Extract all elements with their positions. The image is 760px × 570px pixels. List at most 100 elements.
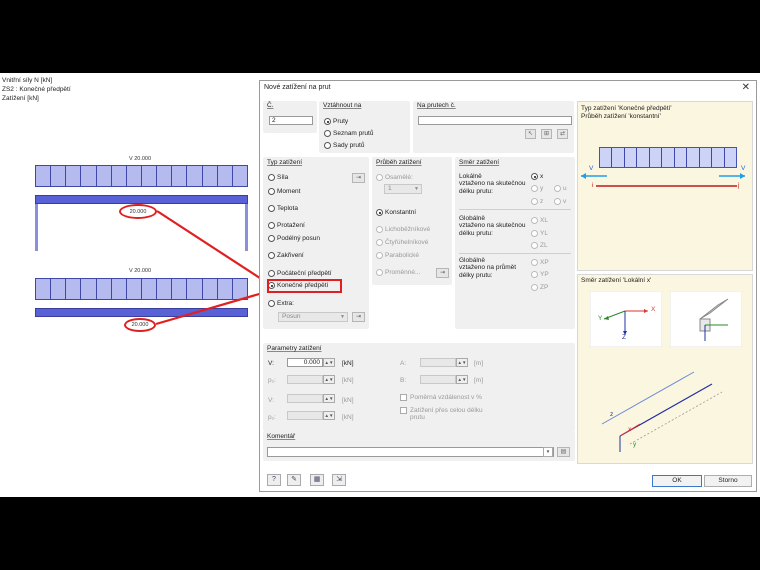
direction-global-proj-label: Globálně vztaženo na průmět délky prutu: [459, 257, 517, 279]
load-type-temperature-label: Teplota [277, 205, 298, 212]
param-v-input[interactable]: 0.000 [287, 358, 323, 367]
cancel-button[interactable]: Storno [704, 475, 752, 487]
comment-input[interactable] [267, 447, 554, 457]
direction-xl-radio[interactable] [531, 217, 538, 224]
preview-top-line1: Typ zatížení 'Konečné předpětí' [581, 105, 672, 112]
direction-zp-radio[interactable] [531, 284, 538, 291]
select-members-icon[interactable]: ⊞ [541, 129, 552, 139]
direction-zl-radio[interactable] [531, 242, 538, 249]
preview-top-line2: Průběh zatížení 'konstantní' [581, 113, 661, 120]
load-type-elongation-label: Protažení [277, 222, 305, 229]
param-p2-label: p₂: [268, 377, 276, 384]
direction-v-label: v [563, 198, 567, 205]
load-type-title: Typ zatížení [267, 159, 303, 166]
distribution-concentrated-radio[interactable] [376, 174, 383, 181]
varying-options-icon[interactable]: ⇥ [436, 268, 449, 278]
ok-button[interactable]: OK [652, 475, 702, 487]
direction-yl-label: YL [540, 230, 548, 237]
pick-member-icon[interactable]: ↖ [525, 129, 536, 139]
relate-member-sets-label: Sady prutů [333, 142, 365, 149]
relate-member-list-radio[interactable] [324, 130, 331, 137]
distribution-constant-radio[interactable] [376, 209, 383, 216]
preview-load-block [599, 147, 737, 168]
param-b-input[interactable] [420, 375, 456, 384]
param-v2-label: V: [268, 397, 274, 404]
load-type-force-radio[interactable] [268, 174, 275, 181]
direction-zp-label: ZP [540, 284, 549, 291]
param-v2-spinner[interactable]: ▲▼ [323, 394, 335, 403]
param-v-spinner[interactable]: ▲▼ [323, 358, 335, 367]
distribution-trapezoidal-label: Lichoběžníkové [385, 226, 431, 233]
direction-yl-radio[interactable] [531, 230, 538, 237]
param-a-spinner[interactable]: ▲▼ [456, 358, 468, 367]
relate-to-title: Vztáhnout na [323, 102, 362, 109]
relate-member-sets-radio[interactable] [324, 142, 331, 149]
relative-distance-checkbox[interactable] [400, 394, 407, 401]
direction-xp-label: XP [540, 259, 549, 266]
direction-x-radio[interactable] [531, 173, 538, 180]
direction-v-radio[interactable] [554, 198, 561, 205]
direction-z-radio[interactable] [531, 198, 538, 205]
load-type-initial-prestress-label: Počáteční předpětí [277, 270, 332, 277]
direction-xp-radio[interactable] [531, 259, 538, 266]
table-icon[interactable]: ▦ [310, 474, 324, 486]
chevron-down-icon: ▼ [340, 314, 345, 320]
param-p2-unit: [kN] [342, 377, 354, 384]
no-input[interactable]: 2 [269, 116, 313, 125]
param-p2b-spinner[interactable]: ▲▼ [323, 411, 335, 420]
preview-member-arrows [581, 173, 745, 187]
full-length-checkbox[interactable] [400, 407, 407, 414]
direction-u-radio[interactable] [554, 185, 561, 192]
on-members-input[interactable] [418, 116, 572, 125]
load-type-extra-label: Extra: [277, 300, 294, 307]
relate-members-radio[interactable] [324, 118, 331, 125]
param-p2-spinner[interactable]: ▲▼ [323, 375, 335, 384]
load-type-initial-prestress-radio[interactable] [268, 270, 275, 277]
comment-browse-icon[interactable]: ▤ [557, 447, 570, 457]
load-type-extra-radio[interactable] [268, 300, 275, 307]
preview-i-label: i [592, 182, 594, 189]
load-type-curvature-radio[interactable] [268, 252, 275, 259]
relate-member-list-label: Seznam prutů [333, 130, 374, 137]
param-v-label: V: [268, 360, 274, 367]
direction-y-radio[interactable] [531, 185, 538, 192]
beam-z-label: z [610, 411, 614, 418]
direction-zl-label: ZL [540, 242, 548, 249]
direction-z-label: z [540, 198, 544, 205]
distribution-trapezoidal-radio[interactable] [376, 226, 383, 233]
distribution-concentrated-label: Osamělé: [385, 174, 413, 181]
param-a-input[interactable] [420, 358, 456, 367]
distribution-parabolic-label: Parabolické [385, 252, 419, 259]
param-p2b-input[interactable] [287, 411, 323, 420]
extra-options-icon[interactable]: ⇥ [352, 312, 365, 322]
direction-y-label: y [540, 185, 544, 192]
distribution-varying-radio[interactable] [376, 269, 383, 276]
direction-separator-2 [459, 253, 571, 254]
clear-selection-icon[interactable]: ⇄ [557, 129, 568, 139]
comment-dropdown-icon[interactable]: ▼ [543, 447, 553, 457]
help-icon[interactable]: ? [267, 474, 281, 486]
extra-type-select[interactable]: Posun ▼ [278, 312, 348, 322]
export-icon[interactable]: ⇲ [332, 474, 346, 486]
direction-x-label: x [540, 173, 544, 180]
param-b-spinner[interactable]: ▲▼ [456, 375, 468, 384]
load-type-moment-radio[interactable] [268, 188, 275, 195]
distribution-tapered-radio[interactable] [376, 239, 383, 246]
edit-icon[interactable]: ✎ [287, 474, 301, 486]
distribution-parabolic-radio[interactable] [376, 252, 383, 259]
load-type-elongation-radio[interactable] [268, 222, 275, 229]
param-a-label: A: [400, 360, 407, 367]
relate-members-label: Pruty [333, 118, 349, 125]
load-type-axial-displacement-radio[interactable] [268, 235, 275, 242]
load-direction-title: Směr zatížení [459, 159, 500, 166]
force-options-icon[interactable]: ⇥ [352, 173, 365, 183]
load-type-temperature-radio[interactable] [268, 205, 275, 212]
load-parameters-title: Parametry zatížení [267, 345, 322, 352]
param-v2-input[interactable] [287, 394, 323, 403]
param-p2-input[interactable] [287, 375, 323, 384]
close-icon[interactable]: ✕ [742, 82, 750, 93]
concentrated-type-select[interactable]: 1 ▼ [384, 184, 422, 194]
param-p2b-unit: [kN] [342, 414, 354, 421]
distribution-varying-label: Proměnné... [385, 269, 421, 276]
direction-yp-radio[interactable] [531, 271, 538, 278]
